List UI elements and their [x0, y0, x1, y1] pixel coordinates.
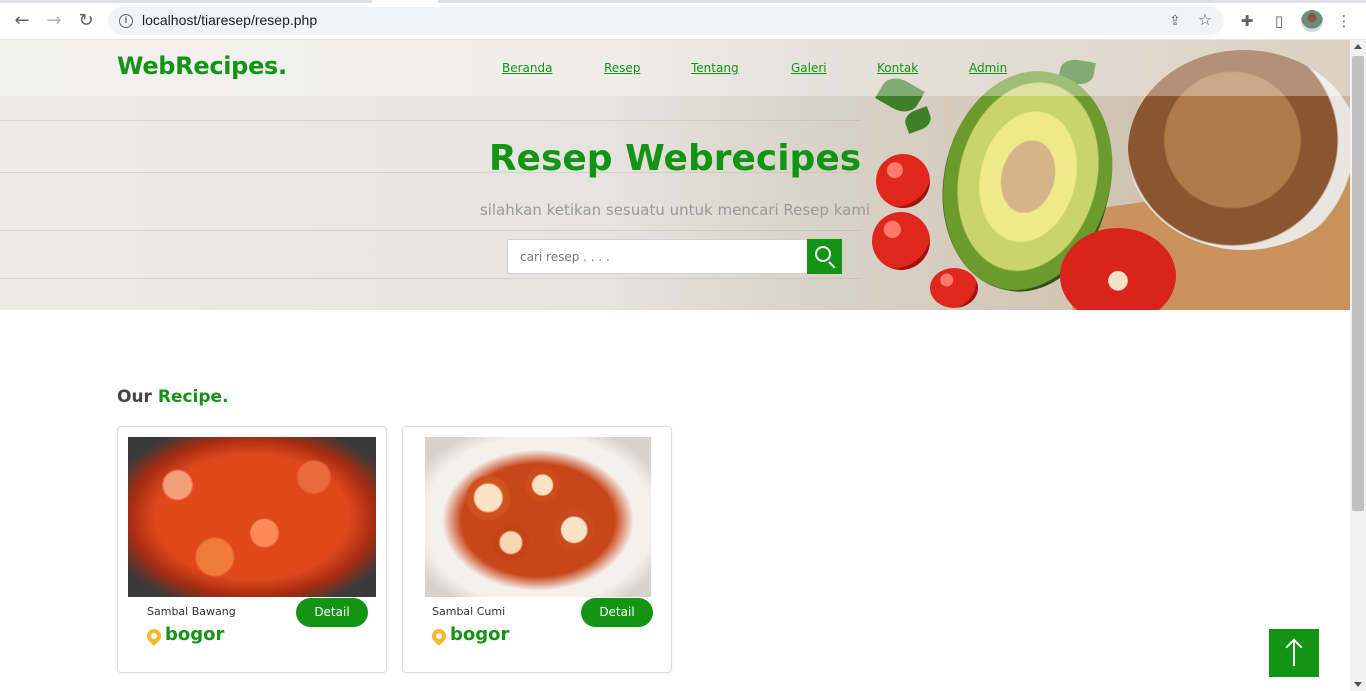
section-title: Our Recipe. [117, 387, 229, 407]
info-icon[interactable]: i [119, 14, 133, 28]
hero-banner: WebRecipes. Beranda Resep Tentang Galeri… [0, 40, 1350, 310]
search-icon-handle [828, 261, 836, 269]
share-icon[interactable]: ⇪ [1166, 12, 1184, 30]
forward-icon[interactable]: → [43, 10, 65, 32]
recipe-location: bogor [450, 624, 510, 645]
scroll-down-arrow-icon[interactable] [1354, 682, 1362, 687]
arrow-up-icon-head [1285, 638, 1303, 656]
location-pin-icon [429, 626, 449, 646]
back-to-top-button[interactable] [1269, 629, 1319, 677]
scroll-up-arrow-icon[interactable] [1354, 44, 1362, 49]
bookmark-star-icon[interactable]: ☆ [1196, 11, 1214, 29]
nav-kontak[interactable]: Kontak [877, 61, 918, 75]
recipe-card: Sambal Cumi Detail bogor [402, 426, 672, 673]
detail-button[interactable]: Detail [296, 598, 368, 627]
side-panel-icon[interactable]: ▯ [1269, 11, 1289, 31]
reload-icon[interactable]: ↻ [75, 10, 97, 32]
browser-toolbar: ← → ↻ i localhost/tiaresep/resep.php ⇪ ☆… [0, 0, 1366, 40]
nav-tentang[interactable]: Tentang [691, 61, 739, 75]
location-pin-icon [144, 626, 164, 646]
extensions-icon[interactable]: ✚ [1237, 11, 1257, 31]
back-icon[interactable]: ← [11, 10, 33, 32]
nav-admin[interactable]: Admin [969, 61, 1007, 75]
page-viewport: WebRecipes. Beranda Resep Tentang Galeri… [0, 40, 1350, 691]
tomato-image [872, 212, 930, 270]
active-tab[interactable] [372, 0, 438, 3]
wood-grain [0, 230, 860, 231]
nav-beranda[interactable]: Beranda [502, 61, 552, 75]
wood-grain [0, 120, 860, 121]
search-button[interactable] [807, 239, 842, 274]
scrollbar-thumb[interactable] [1352, 56, 1364, 511]
recipe-card: Sambal Bawang Detail bogor [117, 426, 387, 673]
nav-galeri[interactable]: Galeri [791, 61, 827, 75]
kebab-menu-icon[interactable]: ⋮ [1334, 11, 1354, 31]
recipe-image-sambal-cumi[interactable] [425, 437, 651, 597]
search-form [507, 239, 842, 274]
recipe-image-sambal-bawang[interactable] [128, 437, 376, 597]
recipe-name: Sambal Bawang [147, 605, 236, 618]
site-logo[interactable]: WebRecipes. [117, 52, 287, 80]
chili-image [930, 268, 978, 308]
hero-title: Resep Webrecipes [488, 138, 862, 179]
section-title-prefix: Our [117, 387, 158, 407]
nav-resep[interactable]: Resep [604, 61, 640, 75]
profile-avatar[interactable] [1301, 10, 1323, 32]
recipe-name: Sambal Cumi [432, 605, 506, 618]
address-bar[interactable]: i localhost/tiaresep/resep.php ⇪ ☆ [108, 7, 1224, 35]
tab-strip [0, 0, 1366, 3]
address-url[interactable]: localhost/tiaresep/resep.php [142, 12, 317, 28]
search-input[interactable] [507, 239, 807, 274]
wood-grain [0, 278, 860, 279]
search-icon [815, 246, 831, 262]
recipe-location: bogor [165, 624, 225, 645]
detail-button[interactable]: Detail [581, 598, 653, 627]
hero-subtitle: silahkan ketikan sesuatu untuk mencari R… [479, 201, 871, 219]
section-title-accent: Recipe. [157, 387, 229, 407]
page-scrollbar[interactable] [1350, 40, 1366, 691]
